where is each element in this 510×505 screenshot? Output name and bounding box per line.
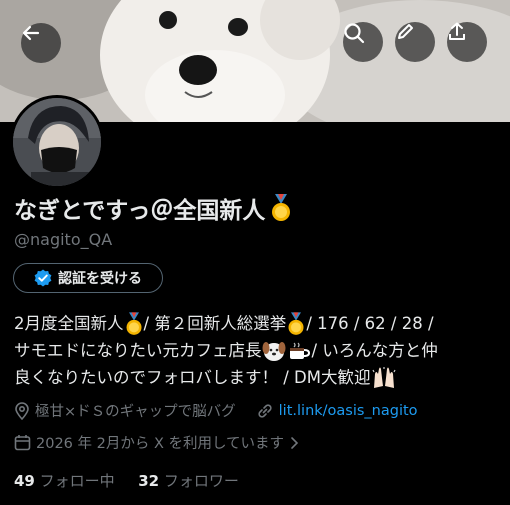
verified-badge-icon bbox=[34, 269, 52, 287]
following-count: 49 bbox=[14, 472, 35, 490]
followers-count: 32 bbox=[138, 472, 160, 490]
bio-text: / 176 / 62 / 28 / bbox=[306, 314, 434, 333]
bio-line: 2月度全国新人 / 第２回新人総選挙 / 176 / 62 / 28 / bbox=[14, 310, 499, 337]
avatar[interactable] bbox=[10, 95, 104, 189]
follow-stats: 49 フォロー中 32 フォロワー bbox=[14, 470, 239, 491]
medal-emoji bbox=[272, 194, 291, 221]
bio-line: 良くなりたいのでフォロバします！ / DM大歓迎 bbox=[14, 364, 499, 391]
followers-link[interactable]: 32 フォロワー bbox=[138, 472, 239, 490]
search-button[interactable] bbox=[343, 22, 383, 62]
profile-meta-row: 極甘×ドＳのギャップで脳バグ lit.link/oasis_nagito bbox=[14, 400, 418, 421]
bio-text: 2月度全国新人 bbox=[14, 314, 124, 333]
search-icon bbox=[344, 23, 365, 44]
display-name: なぎとですっ＠全国新人 bbox=[14, 191, 293, 225]
get-verified-button[interactable]: 認証を受ける bbox=[13, 263, 163, 293]
pencil-icon bbox=[398, 24, 413, 39]
joined-row[interactable]: 2026 年 2月から X を利用しています bbox=[14, 432, 299, 453]
chevron-right-icon bbox=[291, 436, 299, 449]
website-link[interactable]: lit.link/oasis_nagito bbox=[279, 403, 418, 419]
get-verified-label: 認証を受ける bbox=[58, 271, 142, 287]
coffee-emoji bbox=[289, 342, 310, 359]
back-arrow-icon bbox=[22, 25, 40, 41]
share-icon bbox=[449, 22, 465, 40]
bio-line: サモエドになりたい元カフェ店長 / いろんな方と仲 bbox=[14, 337, 499, 364]
avatar-image bbox=[13, 98, 101, 186]
following-link[interactable]: 49 フォロー中 bbox=[14, 472, 119, 490]
edit-button[interactable] bbox=[395, 22, 435, 62]
profile-bio: 2月度全国新人 / 第２回新人総選挙 / 176 / 62 / 28 / サモエ… bbox=[14, 310, 499, 391]
followers-label: フォロワー bbox=[163, 472, 239, 490]
share-button[interactable] bbox=[447, 22, 487, 62]
back-button[interactable] bbox=[21, 23, 61, 63]
calendar-icon bbox=[14, 435, 31, 451]
dog-emoji bbox=[262, 341, 285, 361]
medal-emoji bbox=[288, 311, 304, 335]
link-icon bbox=[258, 403, 272, 418]
raised-hands-emoji bbox=[371, 366, 396, 388]
location-icon bbox=[15, 401, 29, 420]
user-handle: @nagito_QA bbox=[14, 230, 113, 249]
following-label: フォロー中 bbox=[39, 472, 115, 490]
bio-text: / 第２回新人総選挙 bbox=[143, 314, 287, 333]
bio-text: サモエドになりたい元カフェ店長 bbox=[14, 341, 262, 360]
display-name-text: なぎとですっ＠全国新人 bbox=[14, 198, 266, 224]
joined-text: 2026 年 2月から X を利用しています bbox=[36, 436, 285, 452]
bio-text: / いろんな方と仲 bbox=[311, 341, 438, 360]
location-text: 極甘×ドＳのギャップで脳バグ bbox=[35, 404, 236, 420]
bio-text: 良くなりたいのでフォロバします！ / DM大歓迎 bbox=[14, 368, 371, 387]
medal-emoji bbox=[126, 311, 141, 335]
